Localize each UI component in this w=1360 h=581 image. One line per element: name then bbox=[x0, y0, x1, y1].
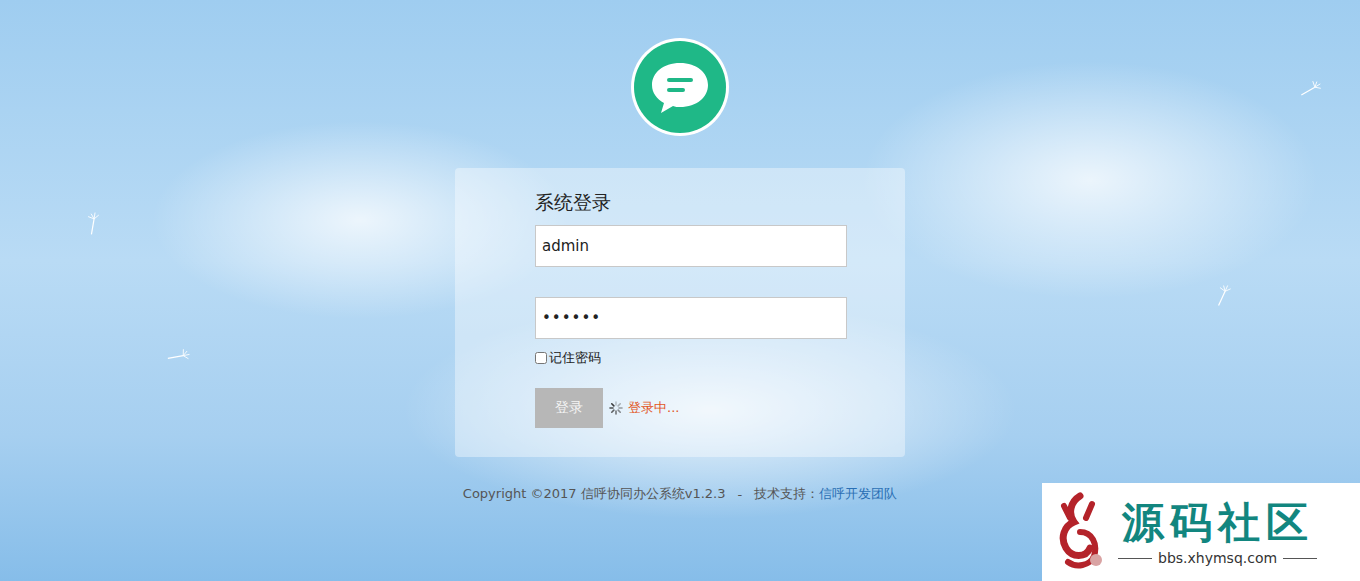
dandelion-seed-icon bbox=[164, 341, 195, 372]
remember-label: 记住密码 bbox=[549, 349, 601, 367]
password-input[interactable] bbox=[535, 297, 847, 339]
watermark-url-row: bbs.xhymsq.com bbox=[1118, 550, 1317, 566]
remember-check[interactable] bbox=[535, 352, 547, 364]
watermark-rule bbox=[1118, 558, 1152, 559]
dandelion-seed-icon bbox=[1297, 75, 1325, 103]
login-card: 系统登录记住密码登录 登录中... bbox=[455, 168, 905, 457]
watermark: 源码社区 bbs.xhymsq.com bbox=[1042, 483, 1360, 581]
watermark-text: 源码社区 bbs.xhymsq.com bbox=[1118, 498, 1317, 566]
copyright: Copyright ©2017 信呼协同办公系统v1.2.3 bbox=[463, 485, 726, 503]
login-actions: 登录 登录中... bbox=[535, 388, 679, 428]
support-label: 技术支持： bbox=[754, 485, 819, 503]
support-link[interactable]: 信呼开发团队 bbox=[819, 485, 897, 503]
watermark-logo-icon bbox=[1050, 492, 1110, 572]
login-status: 登录中... bbox=[628, 399, 679, 417]
login-title: 系统登录 bbox=[535, 190, 611, 214]
username-input[interactable] bbox=[535, 225, 847, 267]
dandelion-seed-icon bbox=[1210, 282, 1237, 309]
logo-icon bbox=[630, 37, 730, 137]
cloud bbox=[860, 60, 1320, 300]
dandelion-seed-icon bbox=[78, 208, 108, 238]
watermark-name: 源码社区 bbox=[1122, 498, 1314, 548]
watermark-rule bbox=[1283, 558, 1317, 559]
remember-checkbox[interactable]: 记住密码 bbox=[535, 349, 601, 367]
watermark-url: bbs.xhymsq.com bbox=[1158, 550, 1277, 566]
footer-separator: - bbox=[737, 487, 742, 502]
login-page: 系统登录记住密码登录 登录中... Copyright ©2017 信呼协同办公系统… bbox=[0, 0, 1360, 581]
footer: Copyright ©2017 信呼协同办公系统v1.2.3-技术支持：信呼开发… bbox=[463, 485, 897, 503]
login-button[interactable]: 登录 bbox=[535, 388, 603, 428]
loading-spinner-icon bbox=[608, 400, 624, 416]
